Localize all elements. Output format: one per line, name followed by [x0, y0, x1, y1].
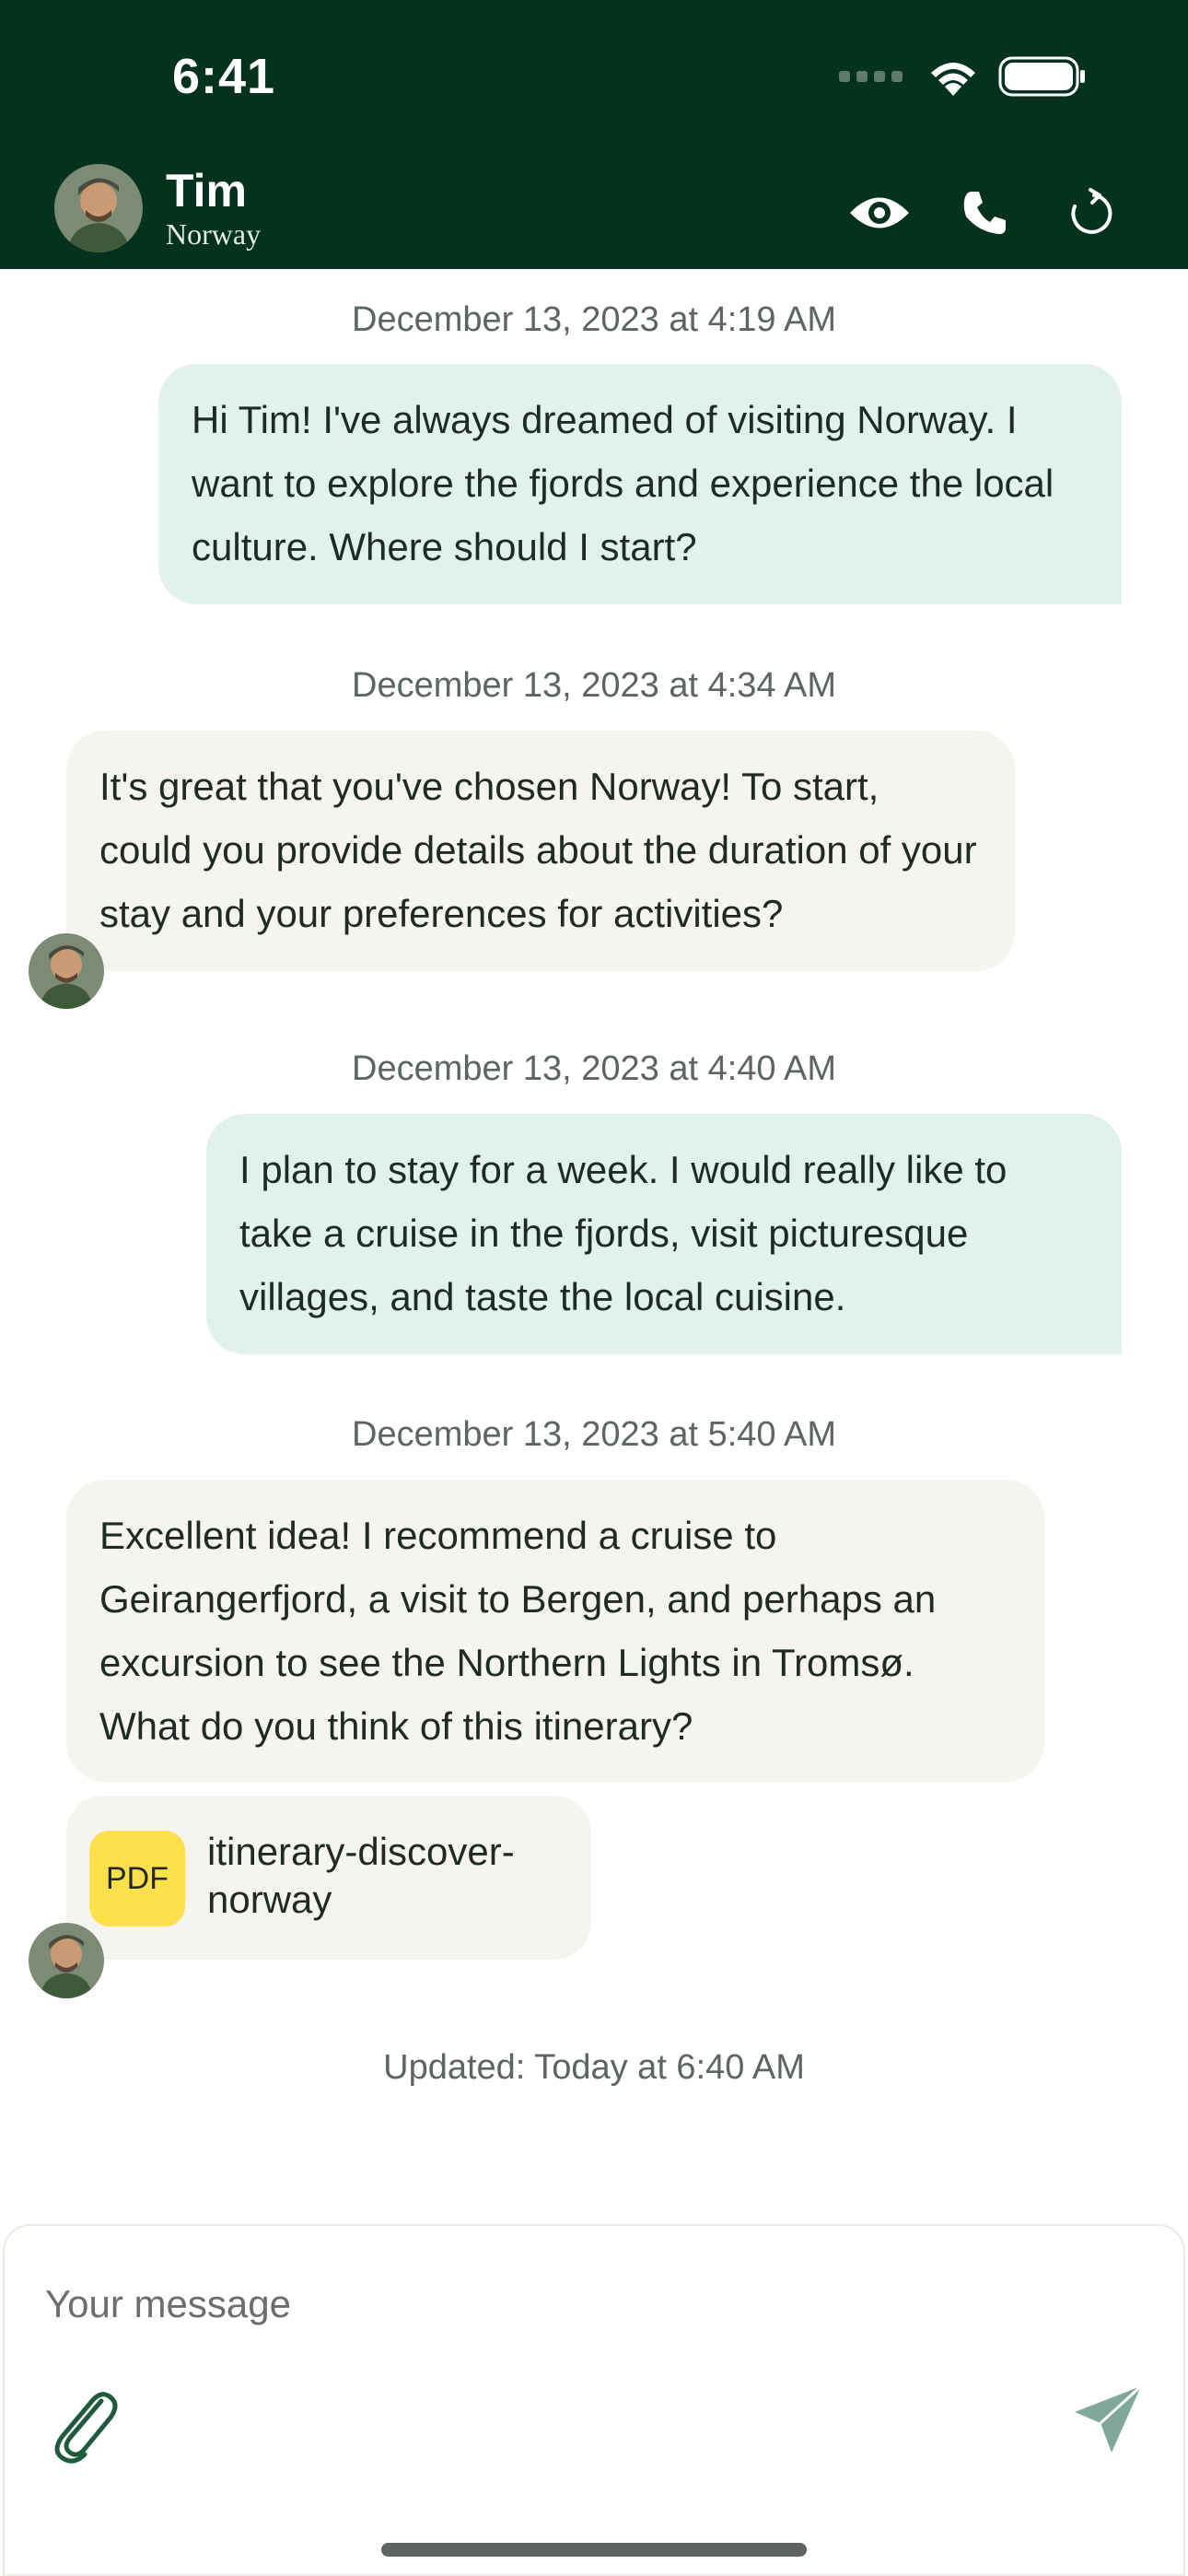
outgoing-message-bubble[interactable]: Hi Tim! I've always dreamed of visiting … [158, 364, 1122, 604]
chat-header: 6:41 Tim Norway [0, 0, 1188, 269]
outgoing-message-bubble[interactable]: I plan to stay for a week. I would reall… [206, 1114, 1122, 1354]
message-input[interactable] [45, 2272, 1104, 2336]
send-button[interactable] [1071, 2383, 1145, 2456]
home-indicator [381, 2543, 807, 2557]
call-button[interactable] [952, 181, 1017, 245]
incoming-message-bubble[interactable]: Excellent idea! I recommend a cruise to … [66, 1480, 1044, 1782]
message-timestamp: December 13, 2023 at 4:34 AM [352, 666, 836, 705]
view-button[interactable] [847, 181, 912, 245]
incoming-message-bubble[interactable]: It's great that you've chosen Norway! To… [66, 731, 1015, 971]
refresh-button[interactable] [1057, 181, 1122, 245]
sender-avatar [29, 1923, 104, 1998]
attachment-file-name: itinerary-discover-norway [207, 1830, 515, 1921]
message-timestamp: December 13, 2023 at 4:19 AM [352, 300, 836, 339]
wifi-icon [925, 55, 982, 98]
refresh-icon [1071, 188, 1112, 234]
battery-icon [998, 56, 1087, 97]
contact-avatar[interactable] [54, 164, 143, 252]
attach-button[interactable] [46, 2381, 120, 2464]
cellular-signal-icon [839, 71, 903, 82]
sender-avatar [29, 933, 104, 1009]
message-timestamp: December 13, 2023 at 5:40 AM [352, 1415, 836, 1454]
attachment-bubble[interactable]: PDF itinerary-discover-norway [66, 1796, 591, 1960]
send-icon [1075, 2384, 1143, 2453]
updated-status: Updated: Today at 6:40 AM [383, 2048, 805, 2087]
contact-name[interactable]: Tim [166, 164, 247, 217]
status-icons [839, 55, 1087, 98]
status-time: 6:41 [172, 49, 276, 104]
paperclip-icon [54, 2392, 118, 2464]
message-timestamp: December 13, 2023 at 4:40 AM [352, 1049, 836, 1088]
pdf-file-icon: PDF [89, 1831, 185, 1926]
eye-icon [850, 197, 909, 228]
contact-subtitle: Norway [166, 217, 262, 251]
phone-icon [963, 192, 1006, 234]
message-composer [3, 2224, 1185, 2576]
